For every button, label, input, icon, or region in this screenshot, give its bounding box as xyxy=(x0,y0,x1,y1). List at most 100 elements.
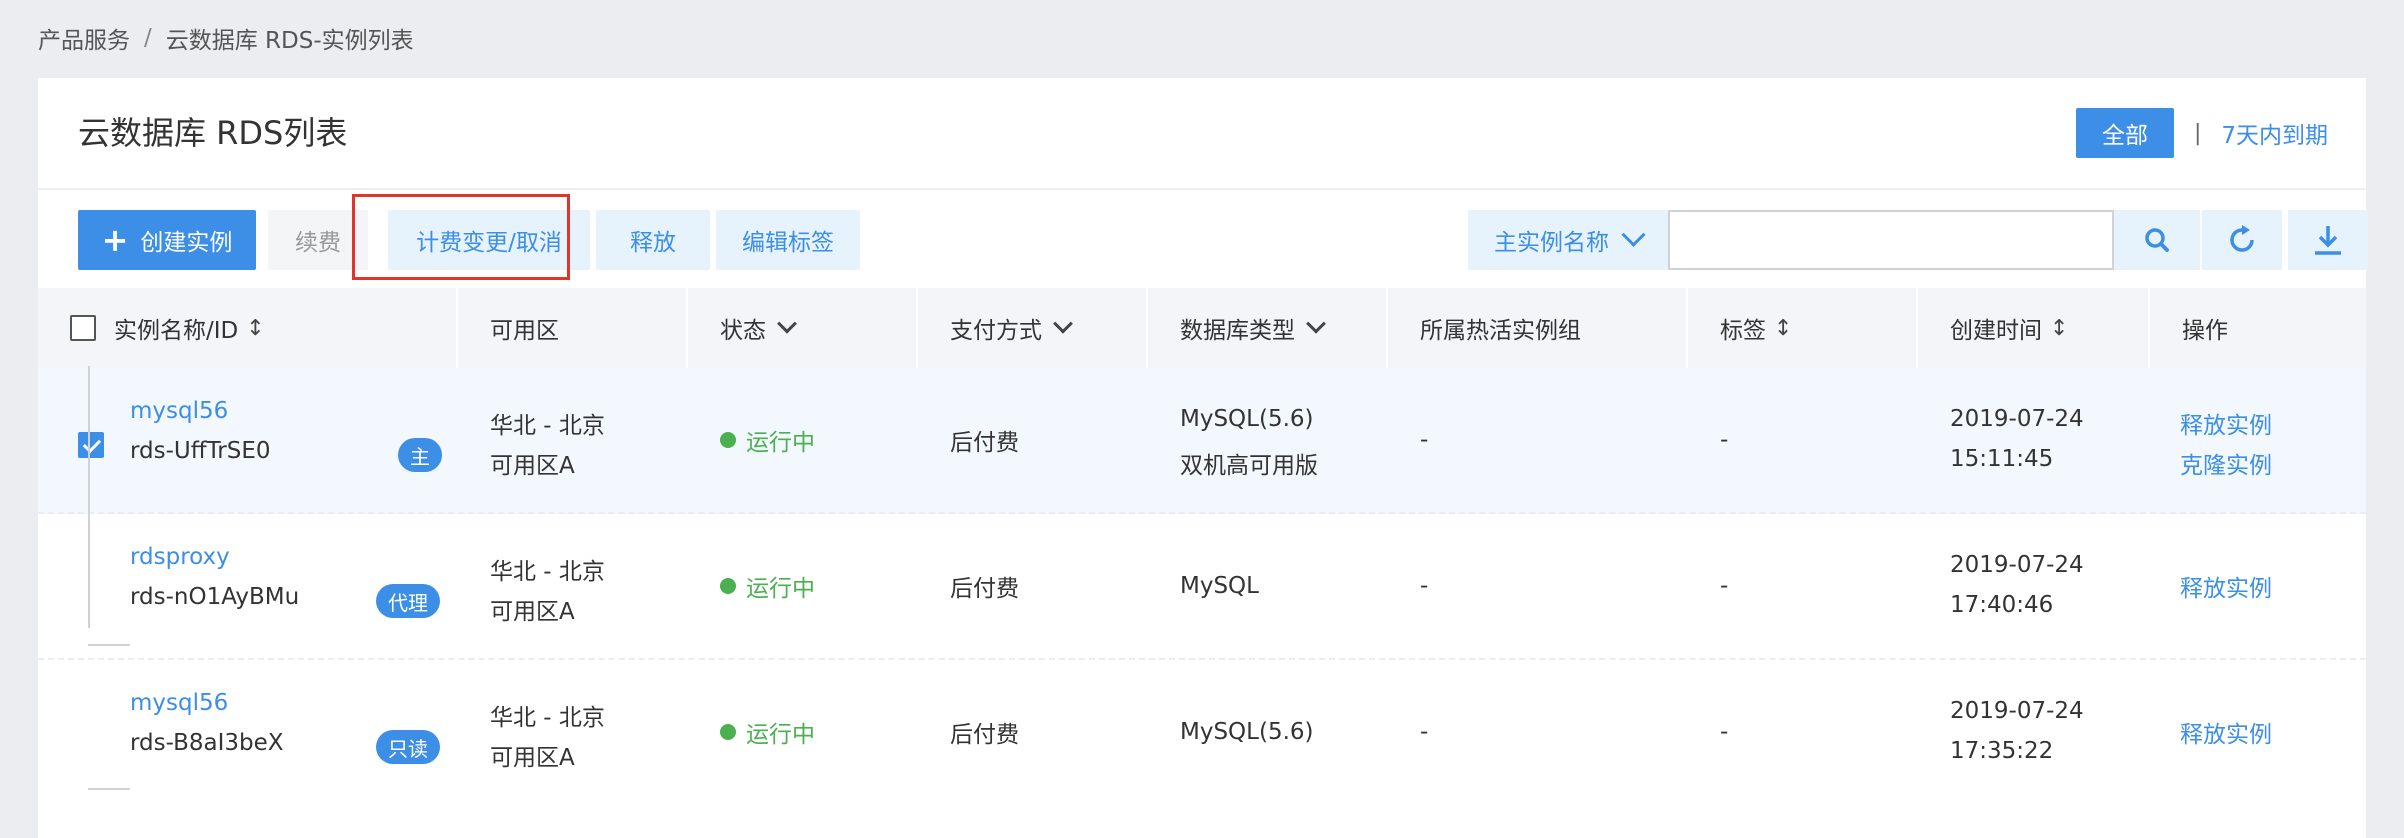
filter-expire-link[interactable]: 7天内到期 xyxy=(2221,116,2328,150)
instance-name-link[interactable]: rdsproxy xyxy=(130,544,230,570)
instance-name-link[interactable]: mysql56 xyxy=(130,398,228,424)
status-dot-icon xyxy=(720,578,736,594)
col-ops-label: 操作 xyxy=(2182,318,2228,344)
hot-group-value: - xyxy=(1420,573,1429,599)
refresh-button[interactable] xyxy=(2202,210,2282,270)
plus-icon: + xyxy=(101,221,129,259)
breadcrumb-separator: / xyxy=(144,25,152,51)
download-button[interactable] xyxy=(2288,210,2368,270)
table-row[interactable]: mysql56 rds-B8aI3beX 只读 华北 - 北京 可用区A 运行中… xyxy=(38,660,2366,804)
tag-value: - xyxy=(1720,427,1729,453)
create-instance-label: 创建实例 xyxy=(140,230,233,256)
created-time: 17:40:46 xyxy=(1950,592,2054,618)
status-dot-icon xyxy=(720,432,736,448)
col-name-label: 实例名称/ID xyxy=(114,318,239,344)
col-dbtype[interactable]: 数据库类型 xyxy=(1148,288,1388,368)
instance-name-cell: mysql56 rds-B8aI3beX 只读 xyxy=(130,660,458,804)
hot-group-value: - xyxy=(1420,719,1429,745)
edit-tags-button[interactable]: 编辑标签 xyxy=(716,210,860,270)
tag-cell: - xyxy=(1720,368,1918,512)
instance-name-link[interactable]: mysql56 xyxy=(130,690,228,716)
tree-connector-line xyxy=(88,366,90,628)
created-cell: 2019-07-24 17:35:22 xyxy=(1950,660,2150,804)
tag-value: - xyxy=(1720,573,1729,599)
renew-button[interactable]: 续费 xyxy=(268,210,368,270)
ops-cell: 释放实例 克隆实例 xyxy=(2180,368,2366,512)
table-header: 实例名称/ID ↕ 可用区 状态 支付方式 数据库类型 所属热活实例组 标签 ↕… xyxy=(38,288,2366,368)
col-zone: 可用区 xyxy=(458,288,688,368)
clone-instance-link[interactable]: 克隆实例 xyxy=(2180,446,2272,480)
instance-id: rds-nO1AyBMu xyxy=(130,584,300,610)
tag-cell: - xyxy=(1720,660,1918,804)
col-dbtype-label: 数据库类型 xyxy=(1180,318,1295,344)
panel-header: 云数据库 RDS列表 全部 | 7天内到期 xyxy=(38,78,2366,190)
breadcrumb-root[interactable]: 产品服务 xyxy=(38,21,130,55)
sort-icon[interactable]: ↕ xyxy=(246,316,264,341)
dbtype-cell: MySQL(5.6) 双机高可用版 xyxy=(1180,368,1388,512)
col-zone-label: 可用区 xyxy=(490,318,559,344)
chevron-down-icon xyxy=(1621,222,1646,247)
select-all-checkbox[interactable] xyxy=(70,315,96,341)
db-engine: MySQL xyxy=(1180,573,1259,599)
db-engine: MySQL(5.6) xyxy=(1180,406,1314,432)
page-title: 云数据库 RDS列表 xyxy=(78,114,348,152)
created-date: 2019-07-24 xyxy=(1950,698,2084,724)
row-checkbox-cell xyxy=(78,368,118,512)
pay-method: 后付费 xyxy=(950,430,1019,456)
role-badge: 主 xyxy=(398,438,442,472)
release-instance-link[interactable]: 释放实例 xyxy=(2180,406,2272,440)
filter-all-button[interactable]: 全部 xyxy=(2075,108,2174,158)
table-row[interactable]: rdsproxy rds-nO1AyBMu 代理 华北 - 北京 可用区A 运行… xyxy=(38,514,2366,660)
ops-cell: 释放实例 xyxy=(2180,514,2366,658)
zone-region: 华北 - 北京 xyxy=(490,413,605,439)
sort-icon[interactable]: ↕ xyxy=(2050,316,2068,341)
chevron-down-icon xyxy=(1306,313,1326,334)
table-row[interactable]: mysql56 rds-UffTrSE0 主 华北 - 北京 可用区A 运行中 … xyxy=(38,368,2366,514)
release-button[interactable]: 释放 xyxy=(596,210,710,270)
created-date: 2019-07-24 xyxy=(1950,406,2084,432)
instance-table: 实例名称/ID ↕ 可用区 状态 支付方式 数据库类型 所属热活实例组 标签 ↕… xyxy=(38,288,2366,804)
col-created-label: 创建时间 xyxy=(1950,318,2042,344)
create-instance-button[interactable]: + 创建实例 xyxy=(78,210,256,270)
col-pay[interactable]: 支付方式 xyxy=(918,288,1148,368)
col-name[interactable]: 实例名称/ID ↕ xyxy=(38,288,458,368)
chevron-down-icon xyxy=(777,313,797,334)
search-button[interactable] xyxy=(2114,210,2200,270)
breadcrumb: 产品服务 / 云数据库 RDS-实例列表 xyxy=(38,20,414,56)
col-pay-label: 支付方式 xyxy=(950,318,1042,344)
search-input[interactable] xyxy=(1668,210,2114,270)
sort-icon[interactable]: ↕ xyxy=(1774,316,1792,341)
ops-cell: 释放实例 xyxy=(2180,660,2366,804)
pay-method: 后付费 xyxy=(950,576,1019,602)
col-tag[interactable]: 标签 ↕ xyxy=(1688,288,1918,368)
created-date: 2019-07-24 xyxy=(1950,552,2084,578)
col-hot-label: 所属热活实例组 xyxy=(1420,318,1581,344)
expiry-filter: 全部 | 7天内到期 xyxy=(2075,108,2328,158)
dbtype-cell: MySQL xyxy=(1180,514,1388,658)
row-checkbox[interactable] xyxy=(78,432,104,458)
hot-group-cell: - xyxy=(1420,368,1688,512)
status-cell: 运行中 xyxy=(720,514,918,658)
pay-cell: 后付费 xyxy=(950,514,1148,658)
billing-change-button[interactable]: 计费变更/取消 xyxy=(388,210,590,270)
status-cell: 运行中 xyxy=(720,368,918,512)
search-icon xyxy=(2145,228,2169,252)
release-instance-link[interactable]: 释放实例 xyxy=(2180,715,2272,749)
search-field-label: 主实例名称 xyxy=(1494,230,1609,256)
hot-group-cell: - xyxy=(1420,660,1688,804)
col-tag-label: 标签 xyxy=(1720,318,1766,344)
col-created[interactable]: 创建时间 ↕ xyxy=(1918,288,2150,368)
filter-divider: | xyxy=(2193,120,2202,146)
col-hot: 所属热活实例组 xyxy=(1388,288,1688,368)
col-status[interactable]: 状态 xyxy=(688,288,918,368)
created-cell: 2019-07-24 17:40:46 xyxy=(1950,514,2150,658)
role-badge: 只读 xyxy=(376,730,440,764)
search-field-select[interactable]: 主实例名称 xyxy=(1468,210,1668,270)
tag-cell: - xyxy=(1720,514,1918,658)
release-instance-link[interactable]: 释放实例 xyxy=(2180,569,2272,603)
status-cell: 运行中 xyxy=(720,660,918,804)
download-icon xyxy=(2315,226,2341,255)
dbtype-cell: MySQL(5.6) xyxy=(1180,660,1388,804)
col-ops: 操作 xyxy=(2150,288,2366,368)
zone-name: 可用区A xyxy=(490,745,575,771)
